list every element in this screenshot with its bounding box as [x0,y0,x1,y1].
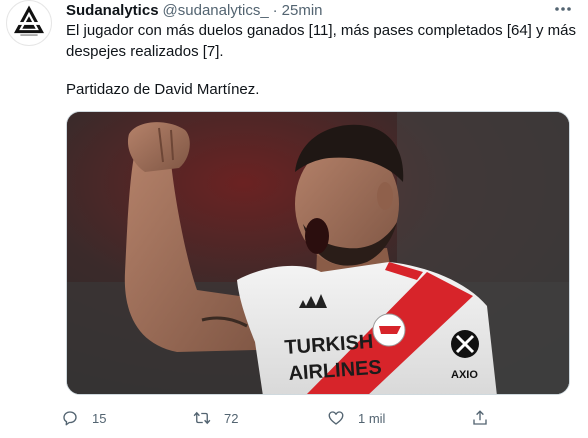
tweet-text: El jugador con más duelos ganados [11], … [66,20,576,100]
more-icon [555,7,571,11]
player-celebration-photo: TURKISH AIRLINES AXIO [67,112,569,394]
sleeve-sponsor: AXIO [451,369,478,381]
author-name[interactable]: Sudanalytics [66,2,159,19]
like-button[interactable]: 1 mil [326,404,385,432]
tweet-actions: 15 72 1 mil [60,404,500,432]
retweet-icon [192,408,212,428]
tweet-text-line: despejes realizados [7]. [66,43,224,60]
tweet[interactable]: Sudanalytics @sudanalytics_ · 25min El j… [0,0,588,438]
like-count: 1 mil [358,410,386,426]
tweet-text-line: El jugador con más duelos ganados [11], … [66,22,577,39]
share-icon [470,408,490,428]
reply-icon [60,408,80,428]
tweet-timestamp[interactable]: 25min [282,2,323,19]
tweet-text-line: Partidazo de David Martínez. [66,81,260,98]
separator-dot: · [272,1,278,19]
like-icon [326,408,346,428]
author-handle[interactable]: @sudanalytics_ [163,2,269,19]
reply-button[interactable]: 15 [60,404,106,432]
retweet-button[interactable]: 72 [192,404,238,432]
more-options-button[interactable] [548,0,578,18]
avatar[interactable] [6,0,52,46]
tweet-photo[interactable]: TURKISH AIRLINES AXIO [66,111,570,395]
retweet-count: 72 [224,410,239,426]
reply-count: 15 [92,410,107,426]
sudanalytics-logo [7,1,51,45]
share-button[interactable] [470,404,490,432]
tweet-header: Sudanalytics @sudanalytics_ · 25min [66,0,323,20]
